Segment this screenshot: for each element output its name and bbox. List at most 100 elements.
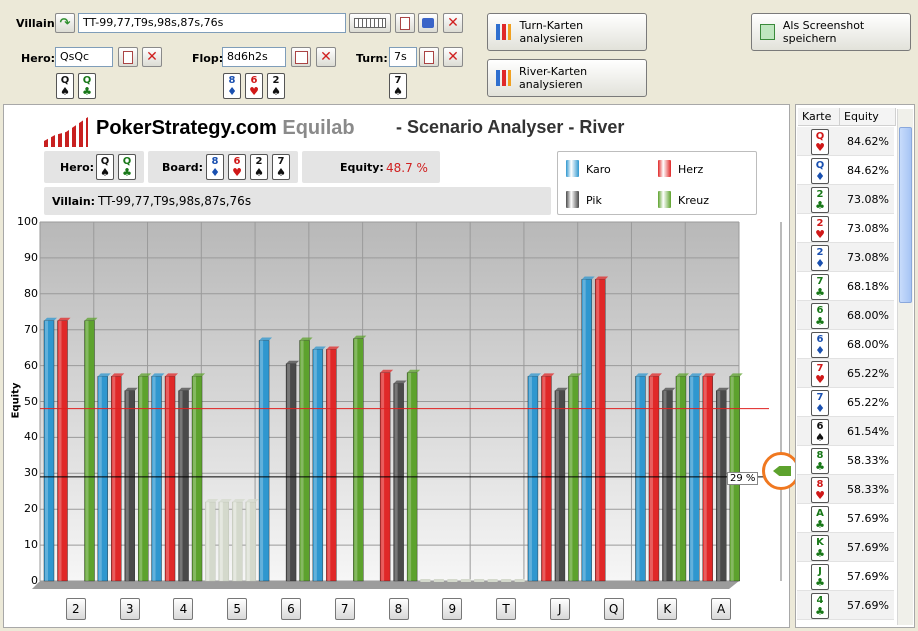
bar-highlight [569, 376, 573, 581]
bar-highlight [246, 502, 250, 581]
list-item[interactable]: J ♣ 57.69% [797, 562, 894, 591]
list-scrollbar[interactable] [897, 109, 913, 625]
rank-button-T[interactable]: T [496, 598, 517, 620]
close-icon: ✕ [447, 15, 459, 31]
list-item[interactable]: 8 ♥ 58.33% [797, 475, 894, 504]
equity-value: 84.62% [847, 135, 889, 148]
list-item[interactable]: 7 ♣ 68.18% [797, 272, 894, 301]
villain-refresh-button[interactable]: ↷ [55, 13, 75, 33]
rank-button-6[interactable]: 6 [280, 598, 301, 620]
save-screenshot-icon [760, 24, 775, 40]
rank-button-A[interactable]: A [711, 598, 732, 620]
spade-icon: ♠ [815, 431, 825, 444]
rank-button-3[interactable]: 3 [119, 598, 140, 620]
list-item[interactable]: 6 ♠ 61.54% [797, 417, 894, 446]
plot-floor [32, 581, 739, 589]
turn-clear-button[interactable]: ✕ [443, 47, 463, 67]
bar-T-karo [474, 579, 485, 582]
turn-analyze-button[interactable]: Turn-Karten analysieren [487, 13, 647, 51]
bar-highlight [313, 349, 317, 581]
list-item[interactable]: A ♣ 57.69% [797, 504, 894, 533]
rank-button-2[interactable]: 2 [65, 598, 86, 620]
rank-button-J[interactable]: J [549, 598, 570, 620]
bar-highlight [193, 376, 197, 581]
flop-input[interactable]: 8d6h2s [222, 47, 286, 67]
villain-range-input[interactable]: TT-99,77,T9s,98s,87s,76s [78, 13, 346, 33]
rank-button-9[interactable]: 9 [442, 598, 463, 620]
flop-clear-button[interactable]: ✕ [316, 47, 336, 67]
river-analyze-button[interactable]: River-Karten analysieren [487, 59, 647, 97]
hero-card-picker-button[interactable] [118, 47, 138, 67]
list-item[interactable]: 7 ♦ 65.22% [797, 388, 894, 417]
list-item[interactable]: 2 ♦ 73.08% [797, 243, 894, 272]
list-item[interactable]: 2 ♥ 73.08% [797, 214, 894, 243]
card-8-diamond: 8 ♦ [223, 73, 241, 99]
rank-button-Q[interactable]: Q [603, 598, 624, 620]
card-6-club: 6 ♣ [811, 303, 829, 329]
villain-distribution-button[interactable] [418, 13, 438, 33]
list-item[interactable]: 2 ♣ 73.08% [797, 185, 894, 214]
list-item[interactable]: 7 ♥ 65.22% [797, 359, 894, 388]
equity-value: 65.22% [847, 396, 889, 409]
rank-button-5[interactable]: 5 [227, 598, 248, 620]
club-icon: ♣ [815, 576, 825, 589]
equity-value: 68.00% [847, 338, 889, 351]
turn-input[interactable]: 7s [389, 47, 417, 67]
list-item[interactable]: Q ♦ 84.62% [797, 156, 894, 185]
scrollbar-thumb[interactable] [899, 127, 912, 303]
rank-button-K[interactable]: K [657, 598, 678, 620]
col-header-card[interactable]: Karte [798, 108, 840, 126]
bar-highlight [354, 338, 358, 581]
villain-card-picker-button[interactable] [395, 13, 415, 33]
flop-card-picker-button[interactable] [291, 47, 311, 67]
hero-hand-input[interactable]: QsQc [55, 47, 113, 67]
equity-bar-chart [32, 221, 782, 589]
list-item[interactable]: 8 ♣ 58.33% [797, 446, 894, 475]
card-A-club: A ♣ [811, 506, 829, 532]
equity-value: 73.08% [847, 222, 889, 235]
col-header-equity[interactable]: Equity [840, 108, 896, 126]
equity-value: 84.62% [847, 164, 889, 177]
threshold-label: 29 % [727, 472, 759, 485]
range-grid-icon [354, 18, 386, 28]
list-item[interactable]: 6 ♣ 68.00% [797, 301, 894, 330]
bar-highlight [300, 340, 304, 581]
bar-T-kreuz [514, 579, 525, 582]
list-item[interactable]: K ♣ 57.69% [797, 533, 894, 562]
heart-icon: ♥ [249, 85, 259, 98]
rank-button-4[interactable]: 4 [173, 598, 194, 620]
turn-card-picker-button[interactable] [419, 47, 439, 67]
equity-value: 68.00% [847, 309, 889, 322]
rank-button-8[interactable]: 8 [388, 598, 409, 620]
club-icon: ♣ [815, 199, 825, 212]
list-item[interactable]: Q ♥ 84.62% [797, 127, 894, 156]
equity-value: 57.69% [847, 599, 889, 612]
bar-highlight [152, 376, 156, 581]
card-7-diamond: 7 ♦ [811, 390, 829, 416]
bar-highlight [636, 376, 640, 581]
rank-button-7[interactable]: 7 [334, 598, 355, 620]
y-tick-label: 40 [24, 430, 38, 444]
bar-highlight [327, 349, 331, 581]
bar-highlight [98, 376, 102, 581]
equity-value: 73.08% [847, 251, 889, 264]
card-6-heart: 6 ♥ [245, 73, 263, 99]
bar-chart-icon [496, 70, 512, 86]
range-matrix-button[interactable] [349, 13, 391, 33]
card-icon [400, 16, 410, 30]
heart-icon: ♥ [815, 373, 825, 386]
diamond-icon: ♦ [227, 85, 237, 98]
bar-highlight [663, 390, 667, 581]
bar-highlight [206, 502, 210, 581]
club-icon: ♣ [82, 85, 92, 98]
villain-clear-button[interactable]: ✕ [443, 13, 463, 33]
card-8-club: 8 ♣ [811, 448, 829, 474]
equity-value: 58.33% [847, 483, 889, 496]
bar-highlight [139, 376, 143, 581]
list-item[interactable]: 6 ♦ 68.00% [797, 330, 894, 359]
list-item[interactable]: 4 ♣ 57.69% [797, 591, 894, 620]
screenshot-button[interactable]: Als Screenshot speichern [751, 13, 911, 51]
diamond-icon: ♦ [815, 170, 825, 183]
refresh-arrow-icon: ↷ [59, 15, 71, 31]
hero-clear-button[interactable]: ✕ [142, 47, 162, 67]
